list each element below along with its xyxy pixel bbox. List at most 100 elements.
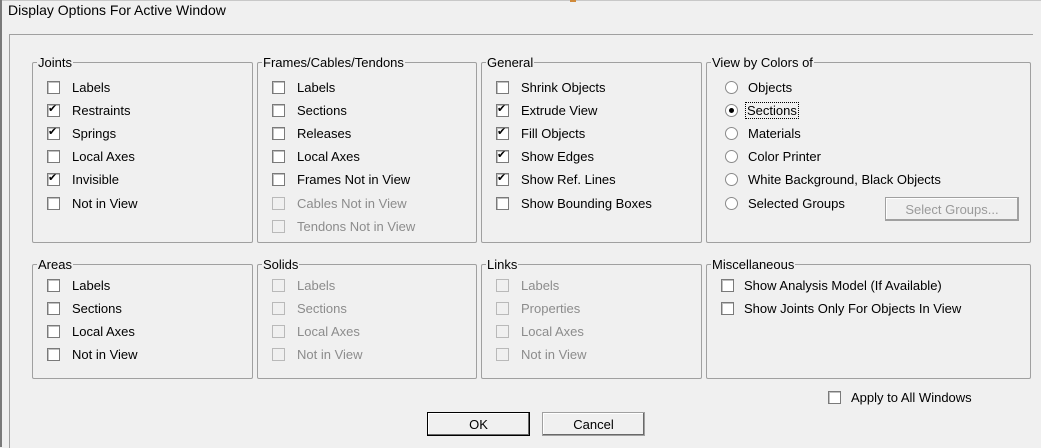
checkbox-box[interactable] (47, 102, 60, 117)
checkbox-label: Tendons Not in View (297, 218, 416, 234)
checkbox-box[interactable] (47, 347, 60, 361)
radio-button[interactable] (725, 80, 738, 94)
general-show-ref-lines-checkbox[interactable]: Show Ref. Lines (496, 171, 616, 189)
general-extrude-view-checkbox[interactable]: Extrude View (496, 101, 597, 119)
frames-labels-checkbox[interactable]: Labels (272, 78, 335, 96)
misc-show-joints-only-for-objects-in-view-checkbox[interactable]: Show Joints Only For Objects In View (721, 299, 961, 317)
apply-all-windows-checkbox[interactable]: Apply to All Windows (828, 388, 972, 406)
checkbox-label: Not in View (521, 346, 587, 362)
checkbox-box[interactable] (272, 150, 285, 164)
checkbox-box[interactable] (496, 171, 509, 187)
joints-invisible-checkbox[interactable]: Invisible (47, 171, 119, 189)
checkbox-label: Labels (297, 79, 336, 95)
checkbox-label: Sections (297, 102, 347, 118)
checkbox-box[interactable] (496, 125, 509, 140)
checkbox-box[interactable] (47, 125, 60, 140)
checkbox-label: Frames Not in View (297, 172, 411, 188)
checkbox-label: Local Axes (72, 149, 135, 165)
checkbox-box[interactable] (47, 196, 60, 210)
checkbox-box (272, 324, 285, 338)
radio-button[interactable] (725, 173, 738, 187)
radio-label: Color Printer (748, 149, 821, 165)
misc-group: Miscellaneous Show Analysis Model (If Av… (706, 257, 1031, 379)
edge-mark (570, 0, 576, 2)
color-option-selected-groups[interactable]: Selected Groups (725, 194, 845, 212)
color-option-white-background-black-objects[interactable]: White Background, Black Objects (725, 171, 941, 189)
radio-button[interactable] (725, 196, 738, 210)
frames-local-axes-checkbox[interactable]: Local Axes (272, 148, 360, 166)
checkbox-box[interactable] (47, 324, 60, 338)
checkbox-box[interactable] (496, 148, 509, 164)
checkbox-box[interactable] (272, 173, 285, 187)
checkbox-label: Labels (521, 277, 560, 293)
checkbox-box[interactable] (496, 196, 509, 210)
radio-button[interactable] (725, 150, 738, 164)
joints-not-in-view-checkbox[interactable]: Not in View (47, 194, 138, 212)
checkbox-box (496, 347, 509, 361)
ok-button[interactable]: OK (427, 412, 530, 436)
checkbox-label: Local Axes (521, 323, 584, 339)
areas-sections-checkbox[interactable]: Sections (47, 299, 122, 317)
areas-not-in-view-checkbox[interactable]: Not in View (47, 345, 138, 363)
solids-local-axes-checkbox: Local Axes (272, 322, 360, 340)
checkbox-label: Invisible (72, 172, 119, 188)
checkbox-label: Properties (521, 300, 581, 316)
checkbox-label: Local Axes (297, 149, 360, 165)
checkbox-label: Labels (297, 277, 336, 293)
joints-group: Joints Labels Restraints Springs Local Axes… (32, 55, 253, 243)
areas-labels-checkbox[interactable]: Labels (47, 276, 110, 294)
checkbox-box[interactable] (47, 150, 60, 164)
areas-local-axes-checkbox[interactable]: Local Axes (47, 322, 135, 340)
apply-all-box[interactable] (828, 390, 841, 404)
color-option-objects[interactable]: Objects (725, 78, 792, 96)
color-option-color-printer[interactable]: Color Printer (725, 148, 821, 166)
select-groups-button[interactable]: Select Groups... (885, 197, 1019, 221)
checkbox-box[interactable] (496, 80, 509, 94)
radio-button[interactable] (725, 103, 738, 117)
radio-label: White Background, Black Objects (748, 172, 941, 188)
general-shrink-objects-checkbox[interactable]: Shrink Objects (496, 78, 606, 96)
checkbox-box (272, 278, 285, 292)
general-legend: General (486, 55, 535, 70)
checkbox-box[interactable] (47, 171, 60, 187)
frames-cables-not-in-view-checkbox: Cables Not in View (272, 194, 407, 212)
checkbox-box[interactable] (47, 278, 60, 292)
checkbox-box[interactable] (496, 102, 509, 117)
checkbox-box (272, 219, 285, 233)
checkbox-label: Local Axes (72, 323, 135, 339)
color-option-sections[interactable]: Sections (725, 101, 799, 119)
cancel-button[interactable]: Cancel (542, 412, 645, 436)
checkbox-box[interactable] (272, 80, 285, 94)
checkbox-label: Sections (72, 300, 122, 316)
joints-restraints-checkbox[interactable]: Restraints (47, 101, 131, 119)
checkbox-box[interactable] (47, 301, 60, 315)
joints-labels-checkbox[interactable]: Labels (47, 78, 110, 96)
checkbox-box[interactable] (721, 301, 734, 315)
checkbox-box (272, 301, 285, 315)
frames-sections-checkbox[interactable]: Sections (272, 101, 347, 119)
areas-group: Areas Labels Sections Local Axes Not in Vie… (32, 257, 253, 379)
checkbox-box[interactable] (272, 126, 285, 140)
joints-local-axes-checkbox[interactable]: Local Axes (47, 148, 135, 166)
radio-button[interactable] (725, 126, 738, 140)
joints-springs-checkbox[interactable]: Springs (47, 124, 116, 142)
general-show-edges-checkbox[interactable]: Show Edges (496, 148, 594, 166)
frames-releases-checkbox[interactable]: Releases (272, 124, 351, 142)
checkbox-box (272, 196, 285, 210)
general-fill-objects-checkbox[interactable]: Fill Objects (496, 124, 585, 142)
checkbox-box[interactable] (272, 103, 285, 117)
general-show-bounding-boxes-checkbox[interactable]: Show Bounding Boxes (496, 194, 652, 212)
checkbox-box (272, 347, 285, 361)
checkbox-label: Cables Not in View (297, 195, 407, 211)
solids-legend: Solids (262, 257, 300, 272)
solids-labels-checkbox: Labels (272, 276, 335, 294)
solids-not-in-view-checkbox: Not in View (272, 345, 363, 363)
color-option-materials[interactable]: Materials (725, 124, 801, 142)
checkbox-box[interactable] (47, 80, 60, 94)
links-group: Links Labels Properties Local Axes Not in V… (481, 257, 702, 379)
checkbox-box[interactable] (721, 278, 734, 292)
misc-show-analysis-model-if-available-checkbox[interactable]: Show Analysis Model (If Available) (721, 276, 942, 294)
general-group: General Shrink Objects Extrude View Fill O… (481, 55, 702, 243)
frames-tendons-not-in-view-checkbox: Tendons Not in View (272, 217, 415, 235)
frames-frames-not-in-view-checkbox[interactable]: Frames Not in View (272, 171, 410, 189)
